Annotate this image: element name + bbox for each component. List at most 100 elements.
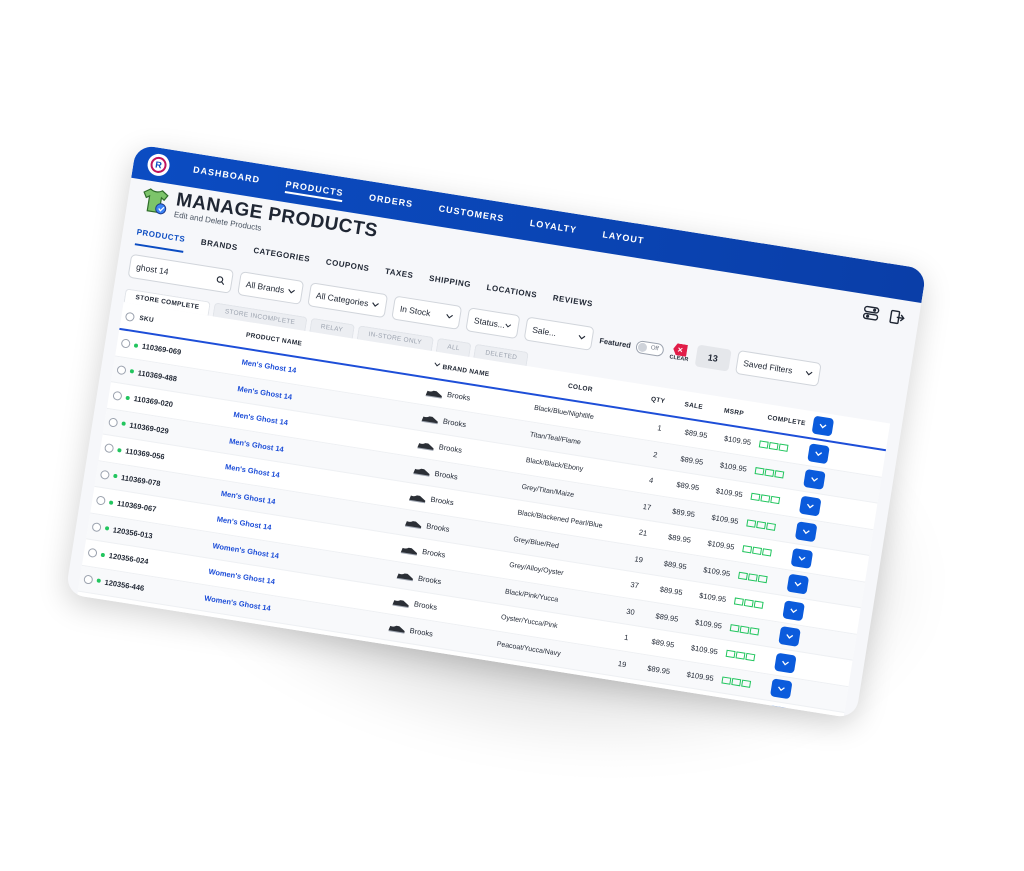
chevron-down-icon <box>372 302 379 307</box>
sale-price: $89.95 <box>675 480 700 493</box>
sku-text: 110369-067 <box>116 498 157 515</box>
toggle-knob <box>637 341 648 352</box>
qty-text: 19 <box>617 658 628 669</box>
qty-text: 30 <box>625 606 636 617</box>
sale-price: $89.95 <box>646 663 671 676</box>
toggle-state: Off <box>650 344 660 352</box>
nav-layout[interactable]: LAYOUT <box>601 227 645 249</box>
sale-price: $89.95 <box>684 427 709 441</box>
status-dot <box>104 526 110 531</box>
row-expand-button[interactable] <box>769 678 793 700</box>
select-all-radio[interactable] <box>124 311 136 322</box>
header-sku-label[interactable]: SKU <box>139 314 155 323</box>
complete-indicators <box>758 440 809 456</box>
search-icon[interactable] <box>216 275 226 285</box>
complete-price-icon <box>778 443 789 453</box>
qty-text: 4 <box>648 475 654 486</box>
brand-text: Brooks <box>434 468 459 482</box>
qty-text: 19 <box>633 554 644 565</box>
complete-image-icon <box>733 597 744 606</box>
row-expand-button[interactable] <box>790 547 814 569</box>
row-select-radio[interactable] <box>108 417 119 428</box>
header-sale[interactable]: SALE <box>680 400 721 413</box>
brand-text: Brooks <box>446 390 471 403</box>
sale-price: $89.95 <box>671 506 696 519</box>
row-select-radio[interactable] <box>87 547 98 559</box>
nav-orders[interactable]: ORDERS <box>368 190 414 213</box>
featured-toggle[interactable]: Off <box>634 339 665 357</box>
row-select-radio[interactable] <box>74 626 86 637</box>
featured-filter: Featured Off <box>599 334 665 357</box>
row-select-radio[interactable] <box>103 443 115 454</box>
nav-products[interactable]: PRODUCTS <box>284 177 345 203</box>
msrp-price: $109.95 <box>686 669 715 683</box>
complete-price-icon <box>753 600 764 610</box>
msrp-price: $109.95 <box>723 434 752 448</box>
clear-button[interactable]: × CLEAR <box>669 342 691 363</box>
complete-image-icon <box>742 545 753 554</box>
row-select-radio[interactable] <box>79 600 90 611</box>
complete-indicators <box>750 492 800 508</box>
status-dot <box>96 578 102 584</box>
row-select-radio[interactable] <box>120 338 131 349</box>
categories-select[interactable]: All Categories <box>307 282 389 319</box>
status-select[interactable]: Status... <box>465 307 521 340</box>
app-logo[interactable]: R <box>145 152 172 178</box>
row-select-radio[interactable] <box>112 390 123 402</box>
shoe-thumbnail <box>404 521 422 530</box>
brand-text: Brooks <box>442 416 467 429</box>
header-msrp[interactable]: MSRP <box>720 406 765 420</box>
row-expand-button[interactable] <box>794 521 818 543</box>
row-select-radio[interactable] <box>99 469 111 480</box>
row-expand-button[interactable] <box>803 469 826 491</box>
row-select-radio[interactable] <box>116 364 127 376</box>
logout-icon[interactable] <box>888 308 906 326</box>
row-expand-button[interactable] <box>774 652 797 674</box>
sale-price: $89.95 <box>654 611 680 624</box>
sale-price: $89.95 <box>667 532 692 546</box>
complete-indicators <box>733 597 784 613</box>
nav-customers[interactable]: CUSTOMERS <box>437 201 505 227</box>
qty-text: 2 <box>652 449 659 460</box>
shoe-thumbnail <box>425 390 442 399</box>
complete-indicators <box>721 676 771 691</box>
categories-select-value: All Categories <box>315 290 370 309</box>
complete-price-icon <box>766 522 777 531</box>
complete-desc-icon <box>747 573 758 582</box>
row-select-radio[interactable] <box>83 574 94 585</box>
row-select-radio[interactable] <box>95 495 106 506</box>
brand-text: Brooks <box>417 573 442 586</box>
complete-image-icon <box>725 650 736 659</box>
complete-image-icon <box>750 492 761 502</box>
chevron-down-icon <box>505 323 512 328</box>
settings-toggle-icon[interactable] <box>862 304 880 322</box>
status-dot <box>113 473 118 479</box>
row-expand-button[interactable] <box>807 443 830 464</box>
nav-dashboard[interactable]: DASHBOARD <box>192 163 261 189</box>
sku-text: 110369-078 <box>120 472 162 488</box>
row-expand-button[interactable] <box>782 600 805 621</box>
complete-desc-icon <box>731 677 742 687</box>
stock-select[interactable]: In Stock <box>391 295 463 330</box>
sku-text: 110369-069 <box>141 341 182 357</box>
complete-image-icon <box>746 519 757 528</box>
expand-all-button[interactable] <box>811 415 835 437</box>
saved-filters-select[interactable]: Saved Filters <box>734 349 822 387</box>
status-dot <box>133 343 139 348</box>
complete-price-icon <box>745 653 756 662</box>
msrp-price: $109.95 <box>694 617 723 631</box>
row-expand-button[interactable] <box>786 573 810 595</box>
brands-select[interactable]: All Brands <box>237 271 305 305</box>
header-qty[interactable]: QTY <box>647 395 682 407</box>
complete-price-icon <box>761 548 772 557</box>
brand-text: Brooks <box>421 547 447 560</box>
msrp-price: $109.95 <box>690 643 719 657</box>
nav-loyalty[interactable]: LOYALTY <box>529 216 578 239</box>
header-complete[interactable]: COMPLETE <box>763 413 813 428</box>
search-value: ghost 14 <box>135 261 170 277</box>
row-expand-button[interactable] <box>798 495 822 517</box>
stock-select-value: In Stock <box>399 303 432 319</box>
row-expand-button[interactable] <box>778 626 801 648</box>
row-select-radio[interactable] <box>91 521 102 533</box>
sale-select[interactable]: Sale... <box>523 316 595 351</box>
